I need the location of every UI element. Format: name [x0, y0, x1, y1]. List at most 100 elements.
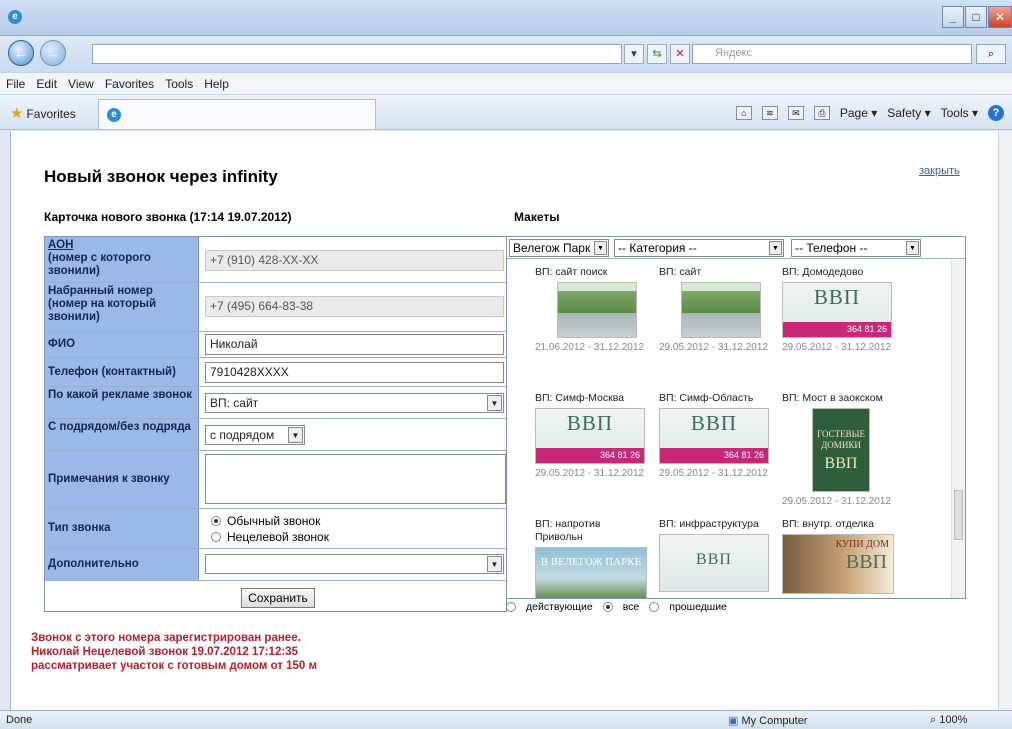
mockup-thumbnail[interactable]: ВВП — [659, 534, 769, 592]
radio-active-icon[interactable] — [506, 602, 516, 612]
mockup-thumbnail[interactable]: В ВЕЛЕГОЖ ПАРКЕ — [535, 547, 647, 598]
mockup-tile[interactable]: ВП: Мост в заокском ГОСТЕВЫЕ ДОМИКИ ВВП … — [782, 392, 902, 507]
mockup-thumbnail[interactable]: ВВП 364 81 26 — [659, 408, 769, 464]
close-link[interactable]: закрыть — [919, 165, 960, 177]
address-bar[interactable] — [92, 44, 622, 64]
zoom-level[interactable]: ⌕ 100% — [930, 714, 967, 727]
mockup-tile[interactable]: ВП: напротив Привольн В ВЕЛЕГОЖ ПАРКЕ — [535, 518, 655, 598]
menu-tools[interactable]: Tools — [165, 77, 193, 91]
fio-label: ФИО — [45, 332, 199, 357]
mockup-thumbnail[interactable]: ГОСТЕВЫЕ ДОМИКИ ВВП — [812, 408, 870, 492]
close-window-button[interactable]: ✕ — [988, 6, 1012, 28]
page-scrollbar[interactable] — [998, 131, 1012, 710]
chevron-down-icon: ▼ — [769, 241, 782, 255]
search-input[interactable]: Яндекс — [692, 44, 972, 64]
stop-icon[interactable]: ✕ — [670, 44, 690, 64]
page-menu[interactable]: Page ▾ — [840, 106, 877, 120]
mockup-tile[interactable]: ВП: Симф-Область ВВП 364 81 26 29.05.201… — [659, 392, 779, 479]
dialed-field[interactable]: +7 (495) 664-83-38 — [205, 296, 504, 317]
menu-edit[interactable]: Edit — [36, 77, 57, 91]
mockups-panel: Велегож Парк ▼ -- Категория -- ▼ -- Телефо… — [506, 236, 966, 599]
mockup-thumbnail[interactable]: КУПИ ДОМ ВВП — [782, 534, 894, 594]
menu-favorites[interactable]: Favorites — [105, 77, 154, 91]
mockup-tile[interactable]: ВП: сайт поиск 21.06.2012 - 31.12.2012 — [535, 266, 655, 353]
row-ad: По какой рекламе звонок ВП: сайт ▼ — [45, 387, 506, 419]
mockup-scrollbar[interactable] — [951, 260, 965, 598]
save-button[interactable]: Сохранить — [241, 588, 315, 608]
radio-all-icon[interactable] — [602, 602, 613, 612]
row-contractor: С подрядом/без подряда с подрядом ▼ — [45, 419, 506, 451]
row-phone: Телефон (контактный) 7910428XXXX — [45, 358, 506, 387]
phone-label: Телефон (контактный) — [45, 358, 199, 386]
ad-select[interactable]: ВП: сайт ▼ — [205, 393, 504, 413]
forward-button[interactable]: → — [40, 40, 66, 66]
phone-field[interactable]: 7910428XXXX — [205, 362, 504, 383]
computer-icon: ▣ — [728, 715, 742, 727]
card-heading: Карточка нового звонка (17:14 19.07.2012… — [44, 210, 292, 224]
browser-tab[interactable]: e — [98, 99, 376, 129]
radio-untargeted[interactable]: Нецелевой звонок — [211, 530, 329, 544]
notes-textarea[interactable] — [205, 454, 506, 504]
safety-menu[interactable]: Safety ▾ — [887, 106, 930, 120]
category-filter[interactable]: -- Категория -- ▼ — [614, 239, 784, 257]
maximize-button[interactable]: □ — [965, 6, 987, 28]
mockup-thumbnail[interactable]: ВВП 364 81 26 — [782, 282, 892, 338]
radio-checked-icon[interactable] — [211, 516, 221, 526]
radio-regular[interactable]: Обычный звонок — [211, 514, 320, 528]
aon-label: АОН (номер с которого звонили) — [45, 237, 199, 282]
print-icon[interactable]: ⎙ — [813, 106, 830, 120]
menu-help[interactable]: Help — [204, 77, 229, 91]
address-tools: ▾ ⇆ ✕ — [624, 44, 690, 64]
mockup-thumbnail[interactable]: ВВП 364 81 26 — [535, 408, 645, 464]
type-label: Тип звонка — [45, 509, 199, 548]
mockup-tile[interactable]: ВП: инфраструктура ВВП — [659, 518, 779, 592]
home-icon[interactable]: ⌂ — [735, 106, 752, 120]
project-filter[interactable]: Велегож Парк ▼ — [509, 239, 609, 257]
mockups-heading: Макеты — [514, 210, 560, 224]
back-button[interactable]: ← — [8, 40, 34, 66]
row-type: Тип звонка Обычный звонок Нецелевой звон… — [45, 509, 506, 549]
help-icon[interactable]: ? — [988, 105, 1004, 121]
title-bar: e _ □ ✕ — [0, 0, 1012, 36]
dropdown-arrow-icon[interactable]: ▾ — [624, 44, 644, 64]
row-aon: АОН (номер с которого звонили) +7 (910) 4… — [45, 237, 506, 283]
tools-menu[interactable]: Tools ▾ — [941, 106, 978, 120]
status-text: Done — [6, 714, 33, 726]
extra-select[interactable]: ▼ — [205, 554, 504, 574]
feeds-icon[interactable]: ≋ — [761, 106, 778, 120]
ie-logo-icon: e — [8, 10, 22, 24]
chevron-down-icon: ▼ — [487, 556, 502, 572]
mockup-thumbnail[interactable] — [557, 282, 637, 338]
refresh-icon[interactable]: ⇆ — [647, 44, 667, 64]
mockup-thumbnail[interactable] — [681, 282, 761, 338]
mockup-tile[interactable]: ВП: Симф-Москва ВВП 364 81 26 29.05.2012… — [535, 392, 655, 479]
menu-bar: File Edit View Favorites Tools Help — [0, 72, 1012, 94]
contractor-label: С подрядом/без подряда — [45, 419, 199, 450]
chevron-down-icon: ▼ — [288, 427, 303, 443]
favorites-button[interactable]: ★ Favorites — [10, 104, 76, 122]
mockup-tile[interactable]: ВП: внутр. отделка КУПИ ДОМ ВВП — [782, 518, 902, 594]
minimize-button[interactable]: _ — [942, 6, 964, 28]
mockup-tile[interactable]: ВП: сайт 29.05.2012 - 31.12.2012 — [659, 266, 779, 353]
mockup-grid: ВП: сайт поиск 21.06.2012 - 31.12.2012 В… — [507, 260, 951, 598]
star-icon: ★ — [10, 105, 24, 122]
command-bar: ⌂ ≋ ✉ ⎙ Page ▾ Safety ▾ Tools ▾ ? — [735, 105, 1004, 121]
contractor-select[interactable]: с подрядом ▼ — [205, 425, 305, 445]
search-icon[interactable]: ⌕ — [976, 44, 1006, 64]
mail-icon[interactable]: ✉ — [787, 106, 804, 120]
row-extra: Дополнительно ▼ — [45, 549, 506, 581]
aon-field[interactable]: +7 (910) 428-XX-XX — [205, 250, 504, 271]
status-bar: Done ▣ My Computer ⌕ 100% — [0, 710, 1012, 729]
radio-unchecked-icon[interactable] — [211, 532, 221, 542]
mockup-tile[interactable]: ВП: Домодедово ВВП 364 81 26 29.05.2012 … — [782, 266, 902, 353]
fio-field[interactable]: Николай — [205, 334, 504, 355]
phone-filter[interactable]: -- Телефон -- ▼ — [791, 239, 921, 257]
menu-file[interactable]: File — [6, 77, 25, 91]
filter-bar: Велегож Парк ▼ -- Категория -- ▼ -- Телефо… — [507, 237, 965, 259]
window-controls: _ □ ✕ — [941, 6, 1012, 28]
scroll-thumb[interactable] — [954, 490, 963, 540]
address-row: ← → ▾ ⇆ ✕ Яндекс ⌕ — [0, 36, 1012, 72]
radio-past-icon[interactable] — [649, 602, 660, 612]
menu-view[interactable]: View — [68, 77, 94, 91]
favorites-bar: ★ Favorites e ⌂ ≋ ✉ ⎙ Page ▾ Safety ▾ Too… — [0, 94, 1012, 130]
